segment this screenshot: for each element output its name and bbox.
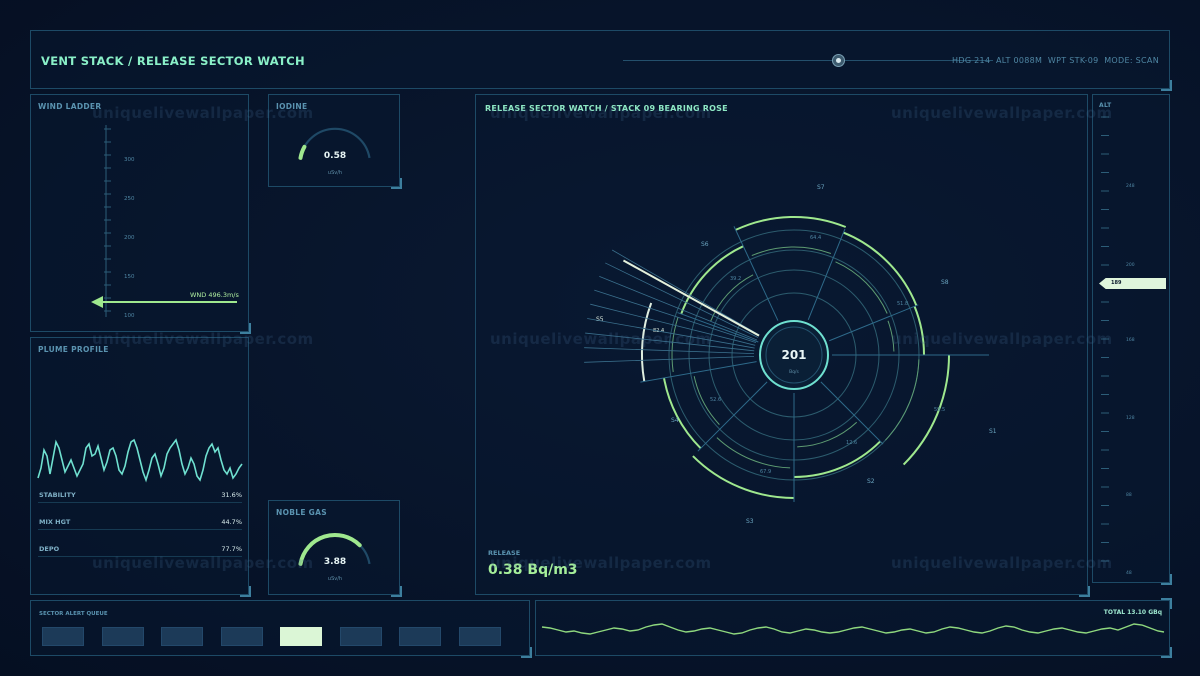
ladder-tick-label: 250 (124, 196, 135, 202)
noble-gas-unit: uSv/h (327, 576, 343, 582)
rose-center-value: 201 (781, 348, 807, 362)
alert-cell[interactable] (220, 627, 263, 646)
watermark: uniquelivewallpaper.com (490, 330, 712, 348)
ladder-tick-label: 100 (124, 313, 135, 319)
alt-tick-label: 88 (1126, 492, 1132, 498)
alt-marker[interactable]: 189 (1099, 278, 1166, 289)
alert-cell[interactable] (399, 627, 441, 646)
rose-spoke (640, 361, 757, 383)
stat-row: MIX HGT 44.7% (38, 518, 242, 530)
wind-ladder-panel: WIND LADDER 300 250 200 150 100 WND 496.3m/s (30, 94, 251, 334)
corner-bracket (1161, 80, 1172, 91)
watermark: uniquelivewallpaper.com (92, 554, 314, 572)
rose-sector-label: S7 (817, 184, 825, 191)
rose-sector-value: 64.4 (810, 235, 821, 241)
page-title: VENT STACK / RELEASE SECTOR WATCH (41, 54, 305, 68)
alert-cell[interactable] (101, 627, 144, 646)
corner-bracket (521, 647, 532, 658)
rose-sector-value: 12.6 (846, 440, 857, 446)
noble-gas-panel: NOBLE GAS 3.88 uSv/h (268, 500, 402, 597)
alt-tick-label: 128 (1126, 415, 1135, 421)
alert-cell[interactable] (280, 627, 322, 646)
rose-sector-inner-arc (716, 437, 791, 469)
stat-label: MIX HGT (39, 518, 71, 526)
rose-sector-label: S1 (989, 428, 997, 435)
alert-cell-row (42, 627, 522, 647)
stat-label: STABILITY (39, 491, 76, 499)
rose-bearing-needle (622, 259, 760, 337)
rose-sector-label: S5 (596, 316, 604, 323)
iodine-unit: uSv/h (327, 170, 343, 176)
ladder-tick-label: 300 (124, 157, 135, 163)
rose-spoke (807, 228, 846, 320)
corner-bracket (240, 586, 251, 597)
rose-sector-label: S2 (867, 478, 875, 485)
corner-bracket (1079, 586, 1090, 597)
rose-center-unit: Bq/s (789, 370, 799, 375)
corner-bracket (391, 178, 402, 189)
stat-label: DEPO (39, 545, 60, 553)
rose-sector-arc (735, 216, 847, 231)
corner-bracket (1161, 647, 1172, 658)
stat-value: 77.7% (221, 545, 242, 553)
stat-row: STABILITY 31.6% (38, 491, 242, 503)
stat-value: 44.7% (221, 518, 242, 526)
rose-fan-line (605, 262, 759, 338)
total-release-panel: TOTAL 13.10 GBq (535, 598, 1172, 658)
rose-sector-arc (692, 455, 795, 499)
alert-cell[interactable] (458, 627, 501, 646)
alt-tick-label: 248 (1126, 183, 1135, 189)
rose-sector-inner-arc (835, 261, 888, 314)
corner-bracket (1161, 598, 1172, 609)
watermark: uniquelivewallpaper.com (92, 330, 314, 348)
watermark: uniquelivewallpaper.com (490, 104, 712, 122)
alt-tick-label: 200 (1126, 262, 1135, 268)
rose-spoke (820, 381, 884, 445)
rose-spoke (697, 381, 768, 452)
header-bar: VENT STACK / RELEASE SECTOR WATCH HDG 21… (30, 30, 1172, 91)
heading-slider-handle[interactable] (832, 54, 845, 67)
corner-bracket (1161, 574, 1172, 585)
rose-sector-value: 67.9 (760, 469, 771, 475)
alt-tick-label: 168 (1126, 337, 1135, 343)
rose-sector-label: S4 (671, 417, 679, 424)
alt-tick-label: 48 (1126, 570, 1132, 576)
total-waveform (541, 623, 1165, 635)
rose-sector-arc (663, 377, 702, 450)
iodine-value: 0.58 (323, 151, 347, 161)
ladder-tick-label: 150 (124, 274, 135, 280)
alert-cell[interactable] (161, 627, 203, 646)
watermark: uniquelivewallpaper.com (891, 330, 1113, 348)
alert-cell[interactable] (339, 627, 382, 646)
wind-indicator-label: WND 496.3m/s (190, 291, 239, 299)
rose-sector-inner-arc (885, 359, 920, 441)
alert-cell[interactable] (42, 627, 84, 646)
wind-indicator-arrow (91, 296, 103, 308)
rose-sector-value: 39.2 (730, 276, 741, 282)
heading-slider-track[interactable] (623, 60, 993, 61)
watermark: uniquelivewallpaper.com (891, 554, 1113, 572)
rose-sector-label: S6 (701, 241, 709, 248)
nav-readout: HDG 214 ALT 0088M WPT STK-09 MODE: SCAN (952, 56, 1159, 65)
rose-sector-value: 52.6 (710, 397, 721, 403)
rose-sector-value: 51.8 (897, 301, 908, 307)
watermark: uniquelivewallpaper.com (891, 104, 1113, 122)
sector-alert-queue-panel: SECTOR ALERT QUEUE (30, 600, 532, 658)
rose-sector-label: S8 (941, 279, 949, 286)
rose-sector-value: 59.5 (934, 407, 945, 413)
rose-fan-line (611, 249, 760, 336)
alt-marker-value: 189 (1111, 280, 1122, 286)
rose-sector-label: S3 (746, 518, 754, 525)
alert-queue-title: SECTOR ALERT QUEUE (39, 611, 108, 617)
watermark: uniquelivewallpaper.com (92, 104, 314, 122)
watermark: uniquelivewallpaper.com (490, 554, 712, 572)
stat-value: 31.6% (221, 491, 242, 499)
ladder-tick-label: 200 (124, 235, 135, 241)
corner-bracket (391, 586, 402, 597)
